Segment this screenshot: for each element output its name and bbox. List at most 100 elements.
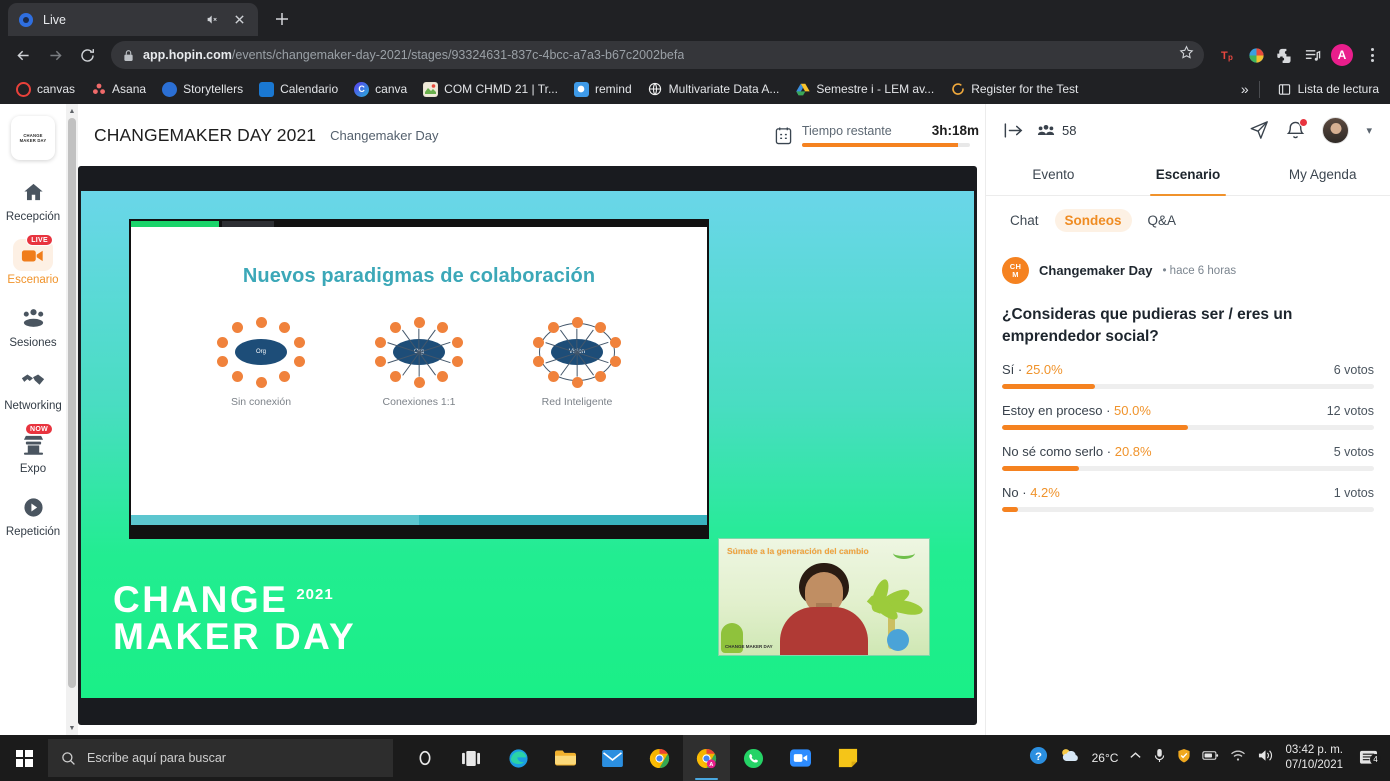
edge-icon[interactable]: [495, 735, 542, 781]
speaker-webcam[interactable]: Súmate a la generación del cambio CHANGE…: [718, 538, 930, 656]
diagram-node: [451, 355, 463, 367]
timer-label: Tiempo restante: [801, 124, 892, 139]
send-paper-plane-icon[interactable]: [1249, 120, 1269, 140]
speaker-figure: [776, 563, 872, 655]
sidebar-item-expo[interactable]: NOW Expo: [3, 423, 63, 475]
bookmark-canva[interactable]: Ccanva: [347, 79, 414, 100]
back-arrow-icon[interactable]: [8, 40, 38, 70]
poll-container: CH M Changemaker Day • hace 6 horas ¿Cons…: [986, 241, 1390, 735]
diagram-node: [571, 316, 583, 328]
bookmark-semestre[interactable]: Semestre i - LEM av...: [788, 79, 941, 100]
search-input[interactable]: Escribe aquí para buscar: [48, 739, 393, 777]
poll-author-name: Changemaker Day: [1039, 263, 1153, 278]
stage-column: CHANGEMAKER DAY 2021 Changemaker Day Tie…: [78, 104, 985, 735]
media-list-icon[interactable]: [1303, 46, 1322, 65]
microphone-icon[interactable]: [1153, 748, 1166, 768]
bookmark-storytellers[interactable]: Storytellers: [155, 79, 250, 100]
collapse-panel-icon[interactable]: [1004, 122, 1024, 139]
bookmark-multivariate[interactable]: Multivariate Data A...: [641, 79, 787, 100]
chevron-down-icon[interactable]: ▾: [1366, 124, 1372, 137]
battery-icon[interactable]: [1202, 749, 1219, 767]
tab-my-agenda[interactable]: My Agenda: [1255, 156, 1390, 195]
puzzle-extensions-icon[interactable]: [1275, 46, 1294, 65]
wifi-icon[interactable]: [1230, 749, 1246, 767]
file-explorer-icon[interactable]: [542, 735, 589, 781]
bookmark-canvas[interactable]: canvas: [9, 79, 82, 100]
bird-icon: [887, 629, 909, 651]
sidebar-item-repeticion[interactable]: Repetición: [3, 491, 63, 538]
task-view-icon[interactable]: [448, 735, 495, 781]
diagram-node: [231, 370, 243, 382]
mute-icon[interactable]: [203, 11, 221, 29]
bookmark-label: COM CHMD 21 | Tr...: [444, 82, 558, 96]
close-icon[interactable]: [230, 11, 248, 29]
subtab-chat[interactable]: Chat: [1000, 209, 1049, 232]
sidebar-scrollbar[interactable]: ▲ ▼: [66, 104, 78, 735]
new-tab-button[interactable]: [268, 5, 296, 33]
reload-icon[interactable]: [72, 40, 102, 70]
three-dot-menu-icon[interactable]: [1362, 48, 1382, 62]
attendee-count[interactable]: 58: [1037, 123, 1076, 138]
bookmark-calendario[interactable]: Calendario: [252, 79, 345, 100]
volume-icon[interactable]: [1257, 748, 1274, 768]
tab-evento[interactable]: Evento: [986, 156, 1121, 195]
bookmark-com-chmd[interactable]: COM CHMD 21 | Tr...: [416, 79, 565, 100]
poll-timestamp: • hace 6 horas: [1162, 264, 1237, 277]
address-bar[interactable]: app.hopin.com/events/changemaker-day-202…: [111, 41, 1204, 69]
todoist-extension-icon[interactable]: Tp: [1219, 46, 1238, 65]
poll-option[interactable]: Estoy en proceso · 50.0% 12 votos: [1002, 403, 1374, 430]
reading-list-button[interactable]: Lista de lectura: [1270, 79, 1381, 100]
subtab-qa[interactable]: Q&A: [1138, 209, 1187, 232]
bookmark-asana[interactable]: Asana: [84, 79, 153, 100]
bookmark-star-icon[interactable]: [1179, 45, 1194, 65]
bookmarks-overflow-button[interactable]: »: [1241, 81, 1249, 97]
diagram-node: [279, 370, 290, 382]
attendee-count-value: 58: [1062, 122, 1077, 138]
mail-icon[interactable]: [589, 735, 636, 781]
sticky-notes-icon[interactable]: [824, 735, 871, 781]
clock[interactable]: 03:42 p. m. 07/10/2021: [1285, 743, 1343, 773]
scroll-down-arrow[interactable]: ▼: [66, 721, 78, 735]
slide-progress-bar[interactable]: [131, 515, 707, 525]
bookmark-register-test[interactable]: Register for the Test: [943, 79, 1085, 100]
sidebar-item-sesiones[interactable]: Sesiones: [3, 302, 63, 349]
cortana-icon[interactable]: [401, 735, 448, 781]
video-player[interactable]: Nuevos paradigmas de colaboración Org Si…: [78, 166, 977, 725]
poll-option[interactable]: No sé como serlo · 20.8% 5 votos: [1002, 444, 1374, 471]
sidebar-item-escenario[interactable]: LIVE Escenario: [3, 234, 63, 286]
poll-option[interactable]: No · 4.2% 1 votos: [1002, 485, 1374, 512]
scrollbar-thumb[interactable]: [68, 118, 76, 688]
calendar-icon: [775, 126, 792, 145]
diagram-node: [255, 316, 267, 328]
event-logo[interactable]: CHANGE MAKER DAY: [11, 116, 55, 160]
forward-arrow-icon[interactable]: [40, 40, 70, 70]
tab-escenario[interactable]: Escenario: [1121, 156, 1256, 196]
chevron-up-icon[interactable]: [1129, 749, 1142, 767]
poll-question: ¿Consideras que pudieras ser / eres un e…: [1002, 306, 1293, 345]
zoom-icon[interactable]: [777, 735, 824, 781]
sidebar-item-networking[interactable]: Networking: [3, 365, 63, 412]
help-circle-icon[interactable]: ?: [1029, 746, 1048, 770]
avatar[interactable]: [1322, 116, 1350, 144]
chrome-active-icon[interactable]: A: [683, 735, 730, 781]
sidebar-item-recepcion[interactable]: Recepción: [3, 176, 63, 223]
now-badge: NOW: [24, 423, 53, 435]
booth-icon: NOW: [13, 423, 53, 460]
scroll-up-arrow[interactable]: ▲: [66, 104, 78, 118]
notification-center-icon[interactable]: 4: [1354, 749, 1382, 767]
diagram-label: Conexiones 1:1: [382, 396, 456, 408]
profile-avatar-button[interactable]: A: [1331, 44, 1353, 66]
bookmark-remind[interactable]: remind: [567, 79, 639, 100]
whatsapp-icon[interactable]: [730, 735, 777, 781]
color-picker-extension-icon[interactable]: [1247, 46, 1266, 65]
security-shield-icon[interactable]: [1177, 748, 1191, 768]
chrome-icon[interactable]: [636, 735, 683, 781]
subtab-sondeos[interactable]: Sondeos: [1054, 209, 1132, 232]
windows-start-icon[interactable]: [0, 735, 48, 781]
browser-tab-live[interactable]: Live: [8, 3, 258, 36]
poll-option[interactable]: Sí · 25.0% 6 votos: [1002, 362, 1374, 389]
poll-option-row: Sí · 25.0% 6 votos: [1002, 362, 1374, 377]
stage-branding: CHANGE 2021 MAKER DAY: [113, 581, 356, 656]
notification-bell-icon[interactable]: [1286, 118, 1309, 140]
weather-cloud-sun-icon[interactable]: [1059, 747, 1081, 769]
